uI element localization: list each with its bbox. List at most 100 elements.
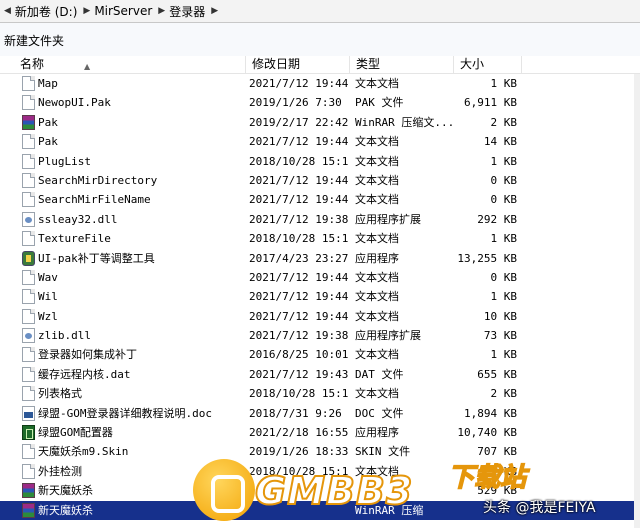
- file-size: 1 KB: [490, 464, 518, 478]
- file-name: zlib.dll: [38, 329, 91, 343]
- new-folder-button[interactable]: 新建文件夹: [4, 32, 64, 49]
- column-name[interactable]: 名称 ▲: [14, 56, 246, 73]
- file-row[interactable]: 绿盟-GOM登录器详细教程说明.doc 2018/7/31 9:26 DOC 文件 1…: [0, 404, 640, 423]
- file-name: 列表格式: [38, 387, 82, 401]
- file-name: Pak: [38, 115, 58, 129]
- sort-up-icon: ▲: [84, 62, 91, 71]
- column-type[interactable]: 类型: [350, 56, 454, 73]
- scrollbar[interactable]: [634, 74, 640, 528]
- file-type: 文本文档: [355, 348, 399, 362]
- file-date: 2021/7/12 19:44: [249, 77, 349, 90]
- file-type: SKIN 文件: [355, 445, 411, 459]
- file-size: 2 KB: [490, 387, 518, 401]
- file-name: SearchMirDirectory: [38, 173, 158, 187]
- breadcrumb-drive[interactable]: 新加卷 (D:): [15, 3, 77, 20]
- file-name: 新天魔妖杀: [38, 503, 93, 517]
- file-type: 应用程序扩展: [355, 212, 421, 226]
- dll-icon: [22, 328, 35, 344]
- file-size: [455, 501, 517, 520]
- file-type: [355, 481, 455, 500]
- file-row[interactable]: 新天魔妖杀 WinRAR 压缩: [0, 500, 640, 520]
- text-file-icon: [22, 386, 35, 402]
- file-row[interactable]: Wav 2021/7/12 19:44 文本文档 0 KB: [0, 268, 640, 287]
- chevron-right-icon[interactable]: ▶: [211, 6, 218, 16]
- file-size: 13,255 KB: [457, 251, 517, 265]
- file-date: 2021/7/12 19:44: [249, 173, 349, 187]
- toolbar: 新建文件夹: [0, 23, 640, 58]
- file-row[interactable]: zlib.dll 2021/7/12 19:38 应用程序扩展 73 KB: [0, 326, 640, 345]
- file-row[interactable]: 登录器如何集成补丁 2016/8/25 10:01 文本文档 1 KB: [0, 345, 640, 364]
- file-row[interactable]: SearchMirDirectory 2021/7/12 19:44 文本文档 0 K…: [0, 171, 640, 190]
- file-row[interactable]: Wzl 2021/7/12 19:44 文本文档 10 KB: [0, 307, 640, 326]
- file-date: 2018/7/31 9:26: [249, 406, 342, 420]
- chevron-right-icon[interactable]: ▶: [158, 6, 165, 16]
- file-type: WinRAR 压缩: [355, 503, 424, 517]
- file-type: 文本文档: [355, 270, 399, 284]
- file-name: PlugList: [38, 154, 91, 168]
- file-date: 2018/10/28 15:16: [249, 232, 349, 246]
- file-date: 2021/7/12 19:44: [249, 135, 349, 149]
- address-bar[interactable]: ◀ 新加卷 (D:) ▶ MirServer ▶ 登录器 ▶: [0, 0, 640, 23]
- file-row[interactable]: 缓存远程内核.dat 2021/7/12 19:43 DAT 文件 655 KB: [0, 365, 640, 384]
- file-date: 2017/4/23 23:27: [249, 251, 349, 265]
- file-size: 707 KB: [477, 445, 517, 459]
- file-name: 绿盟-GOM登录器详细教程说明.doc: [38, 406, 212, 420]
- file-row[interactable]: SearchMirFileName 2021/7/12 19:44 文本文档 0 KB: [0, 190, 640, 209]
- green-app-icon: [22, 425, 35, 441]
- file-size: 1 KB: [490, 77, 518, 90]
- file-row[interactable]: Pak 2019/2/17 22:42 WinRAR 压缩文... 2 KB: [0, 113, 640, 132]
- file-row[interactable]: Map 2021/7/12 19:44 文本文档 1 KB: [0, 74, 640, 93]
- file-type: 文本文档: [355, 290, 399, 304]
- column-size[interactable]: 大小: [454, 56, 522, 73]
- file-row[interactable]: 列表格式 2018/10/28 15:16 文本文档 2 KB: [0, 384, 640, 403]
- file-name: TextureFile: [38, 232, 111, 246]
- file-row[interactable]: TextureFile 2018/10/28 15:16 文本文档 1 KB: [0, 229, 640, 248]
- chevron-right-icon[interactable]: ▶: [83, 6, 90, 16]
- file-row[interactable]: 绿盟GOM配置器 2021/2/18 16:55 应用程序 10,740 KB: [0, 423, 640, 442]
- chevron-left-icon[interactable]: ◀: [4, 6, 11, 16]
- text-file-icon: [22, 308, 35, 324]
- file-size: 0 KB: [490, 193, 518, 207]
- app-icon: [22, 250, 35, 266]
- file-type: 文本文档: [355, 193, 399, 207]
- file-type: PAK 文件: [355, 96, 404, 110]
- breadcrumb-login[interactable]: 登录器: [169, 3, 205, 20]
- file-row[interactable]: UI-pak补丁等调整工具 2017/4/23 23:27 应用程序 13,255 K…: [0, 249, 640, 268]
- doc-file-icon: [22, 405, 35, 421]
- file-type: 文本文档: [355, 387, 399, 401]
- file-row[interactable]: Wil 2021/7/12 19:44 文本文档 1 KB: [0, 287, 640, 306]
- winrar-icon: [22, 502, 35, 518]
- file-type: DAT 文件: [355, 367, 404, 381]
- file-row[interactable]: 天魔妖杀m9.Skin 2019/1/26 18:33 SKIN 文件 707 KB: [0, 442, 640, 461]
- file-date: 2018/10/28 15:16: [249, 154, 349, 168]
- text-file-icon: [22, 134, 35, 150]
- column-date[interactable]: 修改日期: [246, 56, 350, 73]
- text-file-icon: [22, 192, 35, 208]
- file-name: Pak: [38, 135, 58, 149]
- file-size: 292 KB: [477, 212, 517, 226]
- file-date: 2018/10/28 15:16: [249, 464, 349, 478]
- file-date: 2021/7/12 19:44: [249, 309, 349, 323]
- file-type: 文本文档: [355, 135, 399, 149]
- text-file-icon: [22, 76, 35, 91]
- file-row[interactable]: Pak 2021/7/12 19:44 文本文档 14 KB: [0, 132, 640, 151]
- file-size: 529 KB: [477, 484, 517, 498]
- file-type: 应用程序: [355, 251, 399, 265]
- file-name: 新天魔妖杀: [38, 484, 93, 498]
- file-type: 文本文档: [355, 309, 399, 323]
- file-row[interactable]: ssleay32.dll 2021/7/12 19:38 应用程序扩展 292 KB: [0, 210, 640, 229]
- file-name: 缓存远程内核.dat: [38, 367, 131, 381]
- winrar-icon: [22, 483, 35, 499]
- file-name: NewopUI.Pak: [38, 96, 111, 110]
- file-date: 2021/7/12 19:43: [249, 367, 349, 381]
- text-file-icon: [22, 95, 35, 111]
- breadcrumb-mirserver[interactable]: MirServer: [94, 4, 152, 18]
- file-row[interactable]: 新天魔妖杀 529 KB: [0, 481, 640, 500]
- text-file-icon: [22, 366, 35, 382]
- column-header: 名称 ▲ 修改日期 类型 大小: [0, 56, 640, 74]
- file-row[interactable]: 外挂检测 2018/10/28 15:16 文本文档 1 KB: [0, 462, 640, 481]
- file-type: 应用程序扩展: [355, 329, 421, 343]
- file-size: 0 KB: [490, 270, 518, 284]
- file-row[interactable]: PlugList 2018/10/28 15:16 文本文档 1 KB: [0, 152, 640, 171]
- file-row[interactable]: NewopUI.Pak 2019/1/26 7:30 PAK 文件 6,911 KB: [0, 93, 640, 112]
